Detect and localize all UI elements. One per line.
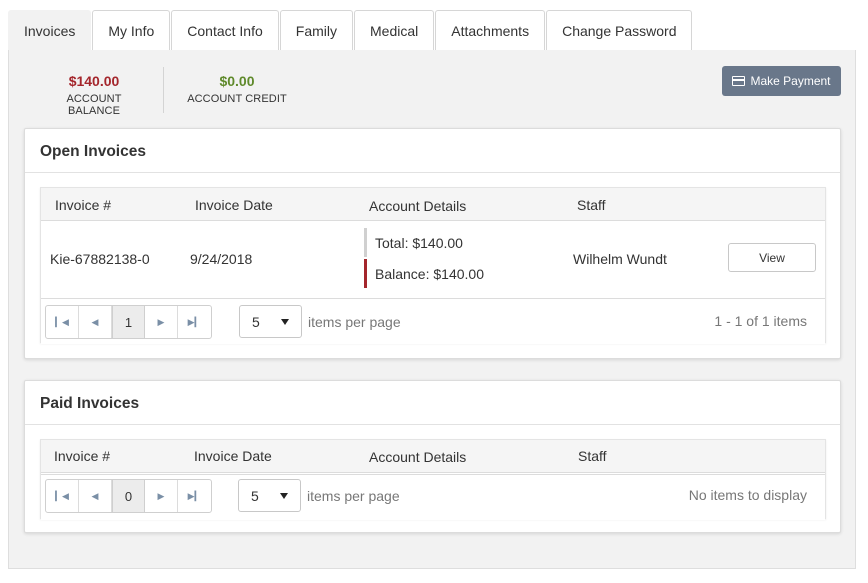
tab-contact-info[interactable]: Contact Info bbox=[171, 10, 279, 51]
items-per-page-label: items per page bbox=[307, 488, 400, 504]
col-staff[interactable]: Staff bbox=[577, 197, 606, 213]
grid-header: Invoice # Invoice Date Account Details S… bbox=[41, 440, 825, 473]
col-account-details[interactable]: Account Details bbox=[369, 449, 466, 465]
caret-down-icon bbox=[281, 319, 289, 325]
account-credit-label: ACCOUNT CREDIT bbox=[187, 93, 287, 105]
account-balance-amount: $140.00 bbox=[68, 73, 120, 89]
balance-divider bbox=[163, 67, 164, 113]
col-staff[interactable]: Staff bbox=[578, 448, 607, 464]
previous-page-icon[interactable]: ◀ bbox=[79, 306, 112, 338]
first-page-icon[interactable]: ▎◀ bbox=[46, 306, 79, 338]
invoice-balance: Balance: $140.00 bbox=[375, 266, 484, 282]
page-size-select[interactable]: 5 bbox=[239, 305, 302, 338]
page-size-select[interactable]: 5 bbox=[238, 479, 301, 512]
last-page-icon[interactable]: ▶▎ bbox=[178, 480, 211, 512]
invoice-total: Total: $140.00 bbox=[375, 235, 463, 251]
tab-family[interactable]: Family bbox=[279, 10, 353, 51]
pager-buttons: ▎◀ ◀ 0 ▶ ▶▎ bbox=[45, 479, 212, 513]
paid-invoices-card: Paid Invoices Invoice # Invoice Date Acc… bbox=[24, 380, 841, 533]
open-invoices-card: Open Invoices Invoice # Invoice Date Acc… bbox=[24, 128, 841, 359]
previous-page-icon[interactable]: ◀ bbox=[79, 480, 112, 512]
current-page[interactable]: 0 bbox=[112, 480, 145, 512]
first-page-icon[interactable]: ▎◀ bbox=[46, 480, 79, 512]
tab-attachments[interactable]: Attachments bbox=[435, 10, 546, 51]
tab-medical[interactable]: Medical bbox=[354, 10, 435, 51]
tab-invoices[interactable]: Invoices bbox=[8, 10, 92, 51]
pager-info: No items to display bbox=[688, 487, 807, 503]
invoice-number: Kie-67882138-0 bbox=[50, 251, 150, 267]
next-page-icon[interactable]: ▶ bbox=[145, 306, 178, 338]
caret-down-icon bbox=[280, 493, 288, 499]
col-invoice-date[interactable]: Invoice Date bbox=[195, 197, 273, 213]
paid-invoices-title: Paid Invoices bbox=[40, 395, 140, 412]
items-per-page-label: items per page bbox=[308, 314, 401, 330]
open-invoices-grid: Invoice # Invoice Date Account Details S… bbox=[40, 187, 826, 344]
paid-invoices-grid: Invoice # Invoice Date Account Details S… bbox=[40, 439, 826, 520]
make-payment-button[interactable]: Make Payment bbox=[722, 66, 841, 96]
invoice-staff: Wilhelm Wundt bbox=[573, 251, 667, 267]
credit-card-icon bbox=[732, 76, 746, 86]
account-balance: $140.00 ACCOUNT BALANCE bbox=[39, 73, 149, 117]
card-separator bbox=[25, 424, 840, 425]
view-invoice-button[interactable]: View bbox=[728, 243, 816, 272]
account-credit: $0.00 ACCOUNT CREDIT bbox=[187, 73, 287, 105]
open-invoices-title: Open Invoices bbox=[40, 143, 146, 160]
open-invoices-pager: ▎◀ ◀ 1 ▶ ▶▎ 5 items per page 1 - 1 of 1 … bbox=[41, 298, 825, 344]
make-payment-label: Make Payment bbox=[750, 74, 831, 88]
invoice-date: 9/24/2018 bbox=[190, 251, 253, 267]
col-invoice-number[interactable]: Invoice # bbox=[55, 197, 111, 213]
last-page-icon[interactable]: ▶▎ bbox=[178, 306, 211, 338]
account-credit-amount: $0.00 bbox=[219, 73, 255, 89]
next-page-icon[interactable]: ▶ bbox=[145, 480, 178, 512]
total-indicator bbox=[364, 228, 367, 257]
col-invoice-date[interactable]: Invoice Date bbox=[194, 448, 272, 464]
pager-buttons: ▎◀ ◀ 1 ▶ ▶▎ bbox=[45, 305, 212, 339]
card-separator bbox=[25, 172, 840, 173]
tab-my-info[interactable]: My Info bbox=[92, 10, 171, 51]
grid-header: Invoice # Invoice Date Account Details S… bbox=[41, 188, 825, 221]
col-invoice-number[interactable]: Invoice # bbox=[54, 448, 110, 464]
page-size-value: 5 bbox=[251, 487, 259, 504]
balance-indicator bbox=[364, 259, 367, 288]
page-size-value: 5 bbox=[252, 313, 260, 330]
current-page[interactable]: 1 bbox=[112, 306, 145, 338]
invoices-panel: $140.00 ACCOUNT BALANCE $0.00 ACCOUNT CR… bbox=[8, 50, 856, 569]
pager-info: 1 - 1 of 1 items bbox=[714, 313, 807, 329]
tab-change-password[interactable]: Change Password bbox=[546, 10, 693, 51]
tab-bar: Invoices My Info Contact Info Family Med… bbox=[8, 10, 693, 51]
paid-invoices-pager: ▎◀ ◀ 0 ▶ ▶▎ 5 items per page No items to… bbox=[41, 474, 825, 520]
col-account-details[interactable]: Account Details bbox=[369, 198, 466, 214]
account-balance-label: ACCOUNT BALANCE bbox=[66, 93, 122, 117]
